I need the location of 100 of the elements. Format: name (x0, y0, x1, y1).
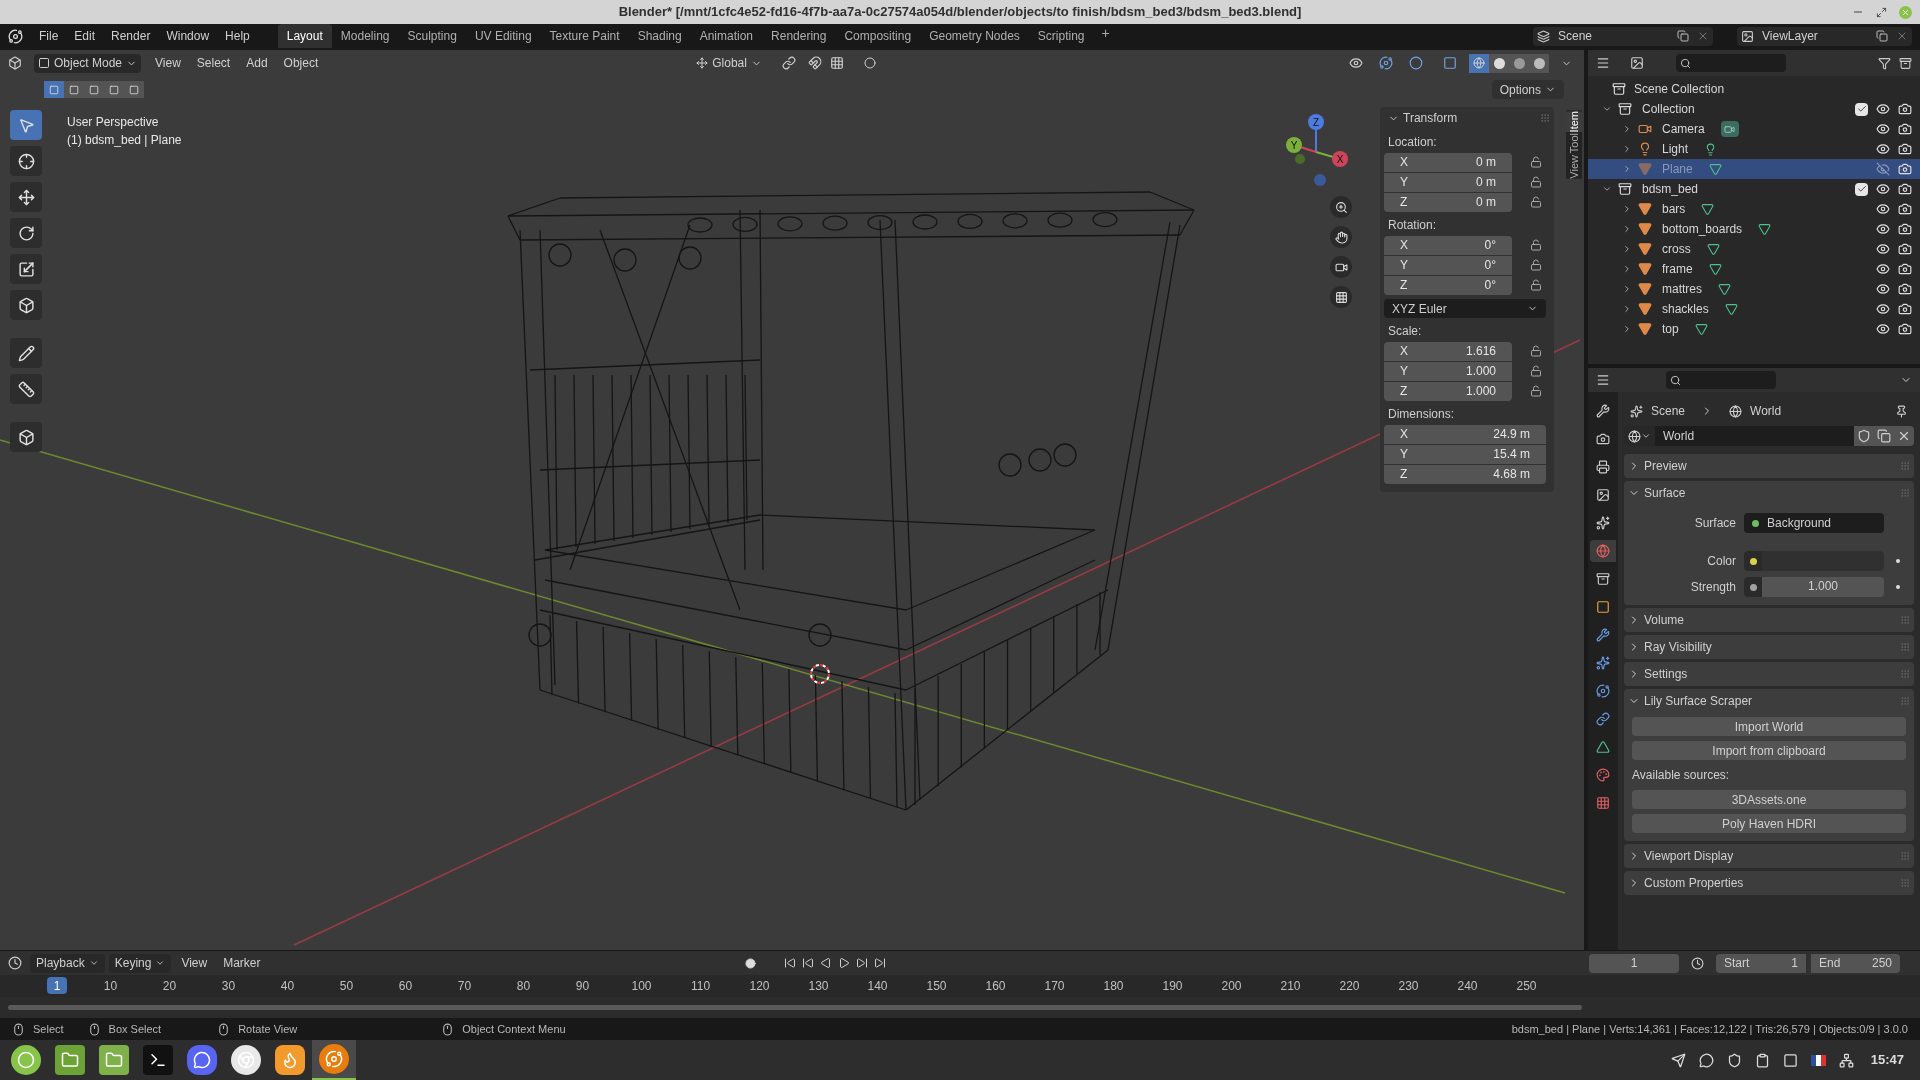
frame-number: 150 (925, 978, 948, 995)
menu-item[interactable]: Window (158, 27, 218, 45)
frame-number: 230 (1397, 978, 1420, 995)
hint-text: Box Select (108, 1021, 162, 1037)
current-frame-marker[interactable]: 1 (47, 977, 67, 994)
outliner-row[interactable]: Light (1588, 139, 1920, 159)
menu-item[interactable]: Add (240, 54, 274, 72)
number-field[interactable]: X 24.9 m (1384, 424, 1546, 444)
panel-header[interactable]: Surface (1624, 481, 1914, 505)
outliner-row[interactable]: cross (1588, 239, 1920, 259)
outliner-row[interactable]: frame (1588, 259, 1920, 279)
workspace-tab[interactable]: Shading (628, 24, 691, 48)
number-field[interactable]: Y 15.4 m (1384, 444, 1546, 464)
workspace-tab[interactable]: Compositing (835, 24, 921, 48)
panel-header[interactable]: Lily Surface Scraper (1624, 689, 1914, 713)
current-frame-field[interactable]: 1 (1589, 953, 1679, 973)
frame-number: 130 (807, 978, 830, 995)
frame-number: 80 (515, 978, 532, 995)
outliner-row[interactable]: bdsm_bed (1588, 179, 1920, 199)
action-button[interactable]: Import from clipboard (1632, 741, 1906, 760)
menu-item[interactable]: Help (217, 27, 258, 45)
navigation-gizmo-drawing[interactable]: Z Y X (1282, 112, 1356, 192)
workspace-tab[interactable]: Geometry Nodes (920, 24, 1029, 48)
frame-number: 70 (456, 978, 473, 995)
mode-dropdown[interactable]: Object Mode (34, 53, 142, 73)
panel-header[interactable]: Volume (1624, 608, 1914, 632)
outliner-row[interactable]: mattres (1588, 279, 1920, 299)
menu-item[interactable]: Edit (66, 27, 104, 45)
workspace-tab[interactable]: Texture Paint (540, 24, 629, 48)
number-field[interactable]: Y 1.000 (1384, 361, 1512, 381)
options-dropdown[interactable]: Options (1491, 80, 1564, 99)
number-field[interactable]: Y 0° (1384, 255, 1512, 275)
breadcrumb-item[interactable]: Scene (1651, 402, 1686, 420)
panel-title[interactable]: Transform (1403, 109, 1458, 127)
number-field[interactable]: X 0 m (1384, 152, 1512, 172)
menu-item[interactable]: Select (190, 54, 237, 72)
panel-header[interactable]: Settings (1624, 662, 1914, 686)
frame-number: 190 (1161, 978, 1184, 995)
number-field[interactable]: Z 4.68 m (1384, 464, 1546, 484)
menu-dropdown[interactable]: Keying (108, 953, 172, 973)
panel-header[interactable]: Ray Visibility (1624, 635, 1914, 659)
workspace-tab[interactable]: Scripting (1028, 24, 1094, 48)
workspace-tab[interactable]: UV Editing (465, 24, 541, 48)
outliner-row[interactable]: Camera (1588, 119, 1920, 139)
breadcrumb-item[interactable]: World (1750, 402, 1782, 420)
menu-dropdown[interactable]: Playback (30, 953, 105, 973)
number-field[interactable]: Z 0 m (1384, 192, 1512, 212)
panel-header[interactable]: Preview (1624, 454, 1914, 478)
frame-number: 220 (1338, 978, 1361, 995)
field-group-label: Dimensions: (1388, 406, 1455, 423)
number-field[interactable]: Y 0 m (1384, 172, 1512, 192)
number-field[interactable]: X 1.616 (1384, 341, 1512, 361)
view-layer-selector[interactable]: ViewLayer (1737, 26, 1912, 46)
menu-item[interactable]: Render (103, 27, 159, 45)
workspace-tab[interactable]: Animation (690, 24, 763, 48)
outliner-row[interactable]: bars (1588, 199, 1920, 219)
property-label: Strength (1689, 579, 1737, 596)
outliner-row[interactable]: shackles (1588, 299, 1920, 319)
outliner-row[interactable]: Collection (1588, 99, 1920, 119)
panel-header[interactable]: Viewport Display (1624, 844, 1914, 868)
start-frame-field[interactable]: Start 1 (1716, 953, 1806, 973)
source-button[interactable]: Poly Haven HDRI (1632, 814, 1906, 833)
sidebar-tab[interactable]: Item (1566, 110, 1582, 133)
sidebar-tab[interactable]: Tool (1566, 132, 1582, 154)
end-frame-field[interactable]: End 250 (1810, 953, 1900, 973)
viewport-info-text: (1) bdsm_bed | Plane (67, 132, 182, 149)
action-button[interactable]: Import World (1632, 717, 1906, 736)
workspace-tab[interactable]: Modeling (331, 24, 399, 48)
property-label: Color (1706, 553, 1737, 570)
clock-time[interactable]: 15:47 (1870, 1050, 1904, 1070)
source-button[interactable]: 3DAssets.one (1632, 790, 1906, 809)
scene-selector[interactable]: Scene (1533, 26, 1713, 46)
rotation-mode-dropdown[interactable]: XYZ Euler (1384, 299, 1546, 318)
frame-number: 40 (279, 978, 296, 995)
shader-dropdown[interactable]: Background (1744, 513, 1884, 533)
number-field[interactable]: X 0° (1384, 235, 1512, 255)
number-field[interactable]: 1.000 (1744, 577, 1884, 597)
workspace-tab[interactable]: Sculpting (398, 24, 466, 48)
menu-item[interactable]: Object (277, 54, 325, 72)
frame-number: 140 (866, 978, 889, 995)
workspace-tab[interactable]: Layout (277, 24, 332, 48)
menu-item[interactable]: Marker (217, 953, 267, 973)
add-workspace-button[interactable]: + (1093, 24, 1118, 48)
orientation-dropdown[interactable]: Global (692, 53, 766, 73)
sidebar-tab[interactable]: View (1566, 153, 1582, 179)
outliner-row[interactable]: top (1588, 319, 1920, 339)
frame-number: 160 (984, 978, 1007, 995)
menu-item[interactable]: File (31, 27, 67, 45)
number-field[interactable]: Z 0° (1384, 275, 1512, 295)
outliner-row[interactable]: Scene Collection (1634, 80, 1725, 98)
number-field[interactable]: Z 1.000 (1384, 381, 1512, 401)
outliner-row[interactable]: bottom_boards (1588, 219, 1920, 239)
viewport-info-text: User Perspective (67, 114, 160, 131)
workspace-tab[interactable]: Rendering (762, 24, 836, 48)
world-name-field[interactable]: World (1655, 426, 1854, 446)
panel-header[interactable]: Custom Properties (1624, 871, 1914, 895)
menu-item[interactable]: View (149, 54, 187, 72)
field-group-label: Rotation: (1388, 217, 1437, 234)
menu-item[interactable]: View (175, 953, 214, 973)
frame-number: 250 (1515, 978, 1538, 995)
